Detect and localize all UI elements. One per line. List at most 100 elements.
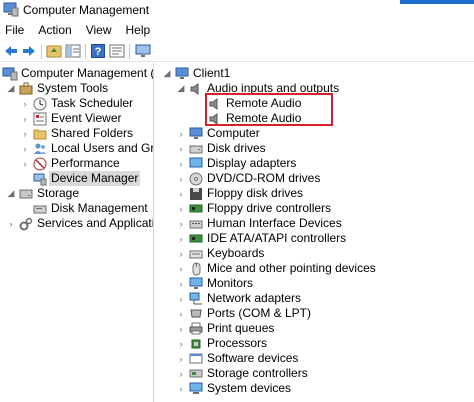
category-network-adapters[interactable]: › Network adapters: [176, 291, 302, 306]
category-disk-drives[interactable]: › Disk drives: [176, 141, 266, 156]
tree-item-system-tools[interactable]: ◢ System Tools: [6, 81, 109, 96]
tree-item-label: Software devices: [207, 351, 299, 365]
tree-item-task-scheduler[interactable]: › Task Scheduler: [20, 96, 133, 111]
chevron-right-icon[interactable]: ›: [176, 216, 186, 231]
computer-icon: [174, 67, 190, 81]
category-print-queues[interactable]: › Print queues: [176, 321, 275, 336]
chevron-right-icon[interactable]: ›: [20, 126, 30, 141]
tree-item-label: Device Manager: [49, 171, 141, 186]
category-software-devices[interactable]: › Software devices: [176, 351, 299, 366]
chevron-right-icon[interactable]: ›: [176, 351, 186, 366]
tree-item-label: Performance: [51, 156, 120, 170]
tree-item-label: Human Interface Devices: [207, 216, 342, 230]
forward-arrow-icon[interactable]: [21, 43, 37, 59]
tree-item-label: Event Viewer: [51, 111, 122, 125]
category-dvd-cd-rom[interactable]: › DVD/CD-ROM drives: [176, 171, 320, 186]
tree-item-event-viewer[interactable]: › Event Viewer: [20, 111, 121, 126]
tree-item-performance[interactable]: › Performance: [20, 156, 120, 171]
category-floppy-disk-drives[interactable]: › Floppy disk drives: [176, 186, 304, 201]
chevron-right-icon[interactable]: ›: [176, 381, 186, 396]
show-hide-tree-icon[interactable]: [65, 43, 81, 59]
category-ide-controllers[interactable]: › IDE ATA/ATAPI controllers: [176, 231, 347, 246]
chevron-down-icon[interactable]: ◢: [6, 186, 16, 201]
tree-item-label: Floppy disk drives: [207, 186, 304, 200]
properties-icon[interactable]: [109, 43, 125, 59]
chevron-right-icon[interactable]: ›: [176, 126, 186, 141]
chevron-right-icon[interactable]: ›: [176, 231, 186, 246]
chevron-right-icon[interactable]: ›: [20, 111, 30, 126]
floppy-icon: [188, 187, 204, 201]
tree-item-computer-management[interactable]: Computer Management (Local: [2, 66, 153, 81]
computer-icon: [188, 127, 204, 141]
chevron-right-icon[interactable]: ›: [20, 156, 30, 171]
tree-item-label: Computer: [207, 126, 260, 140]
category-monitors[interactable]: › Monitors: [176, 276, 254, 291]
chevron-right-icon[interactable]: ›: [20, 96, 30, 111]
chevron-down-icon[interactable]: ◢: [176, 81, 186, 96]
chevron-right-icon[interactable]: ›: [176, 306, 186, 321]
chevron-right-icon[interactable]: ›: [176, 321, 186, 336]
category-human-interface-devices[interactable]: › Human Interface Devices: [176, 216, 342, 231]
up-folder-icon[interactable]: [46, 43, 62, 59]
chevron-right-icon[interactable]: ›: [176, 201, 186, 216]
category-ports[interactable]: › Ports (COM & LPT): [176, 306, 312, 321]
category-keyboards[interactable]: › Keyboards: [176, 246, 265, 261]
chevron-right-icon[interactable]: ›: [176, 156, 186, 171]
toolbar-separator: [85, 44, 86, 59]
tree-item-label: Monitors: [207, 276, 254, 290]
device-tree-root[interactable]: ◢ Client1: [162, 66, 231, 81]
tree-item-label: Floppy drive controllers: [207, 201, 332, 215]
chevron-right-icon[interactable]: ›: [176, 336, 186, 351]
tree-item-label: Shared Folders: [51, 126, 134, 140]
tree-item-local-users-groups[interactable]: › Local Users and Groups: [20, 141, 154, 156]
category-mice[interactable]: › Mice and other pointing devices: [176, 261, 376, 276]
chevron-down-icon[interactable]: ◢: [6, 81, 16, 96]
monitor-icon[interactable]: [135, 43, 151, 59]
category-computer[interactable]: › Computer: [176, 126, 260, 141]
monitor-icon: [188, 277, 204, 291]
chevron-right-icon[interactable]: ›: [20, 141, 30, 156]
chevron-down-icon[interactable]: ◢: [162, 66, 172, 81]
tree-item-label: Client1: [193, 66, 231, 80]
tree-item-label: Print queues: [207, 321, 275, 335]
tree-item-label: Task Scheduler: [51, 96, 134, 110]
chevron-right-icon[interactable]: ›: [176, 246, 186, 261]
tree-item-storage[interactable]: ◢ Storage: [6, 186, 80, 201]
highlight-box: [205, 93, 333, 126]
chevron-right-icon[interactable]: ›: [176, 366, 186, 381]
chevron-right-icon[interactable]: ›: [6, 216, 16, 231]
tree-item-label: Display adapters: [207, 156, 297, 170]
title-bar: Computer Management: [0, 0, 474, 20]
back-arrow-icon[interactable]: [3, 43, 19, 59]
keyboard-icon: [188, 247, 204, 261]
device-manager-icon: [32, 172, 48, 186]
menu-file[interactable]: File: [5, 23, 24, 37]
tree-item-services-applications[interactable]: › Services and Applications: [6, 216, 153, 231]
chevron-right-icon[interactable]: ›: [176, 171, 186, 186]
tree-item-disk-management[interactable]: Disk Management: [32, 201, 148, 216]
menu-help[interactable]: Help: [126, 23, 151, 37]
category-storage-controllers[interactable]: › Storage controllers: [176, 366, 308, 381]
help-icon[interactable]: ?: [90, 43, 106, 59]
chevron-right-icon[interactable]: ›: [176, 186, 186, 201]
tree-item-label: Ports (COM & LPT): [207, 306, 312, 320]
menu-view[interactable]: View: [86, 23, 112, 37]
tree-item-label: Computer Management (Local: [21, 66, 153, 80]
toolbar: ?: [0, 40, 474, 62]
chevron-right-icon[interactable]: ›: [176, 261, 186, 276]
menu-action[interactable]: Action: [38, 23, 71, 37]
category-system-devices[interactable]: › System devices: [176, 381, 292, 396]
category-processors[interactable]: › Processors: [176, 336, 268, 351]
menu-bar: File Action View Help: [0, 20, 474, 40]
tree-item-label: System Tools: [37, 81, 109, 95]
tree-item-shared-folders[interactable]: › Shared Folders: [20, 126, 134, 141]
speaker-icon: [188, 82, 204, 96]
processor-icon: [188, 337, 204, 351]
performance-icon: [32, 157, 48, 171]
chevron-right-icon[interactable]: ›: [176, 276, 186, 291]
category-floppy-drive-controllers[interactable]: › Floppy drive controllers: [176, 201, 332, 216]
tree-item-device-manager[interactable]: Device Manager: [32, 171, 141, 186]
category-display-adapters[interactable]: › Display adapters: [176, 156, 297, 171]
chevron-right-icon[interactable]: ›: [176, 141, 186, 156]
chevron-right-icon[interactable]: ›: [176, 291, 186, 306]
